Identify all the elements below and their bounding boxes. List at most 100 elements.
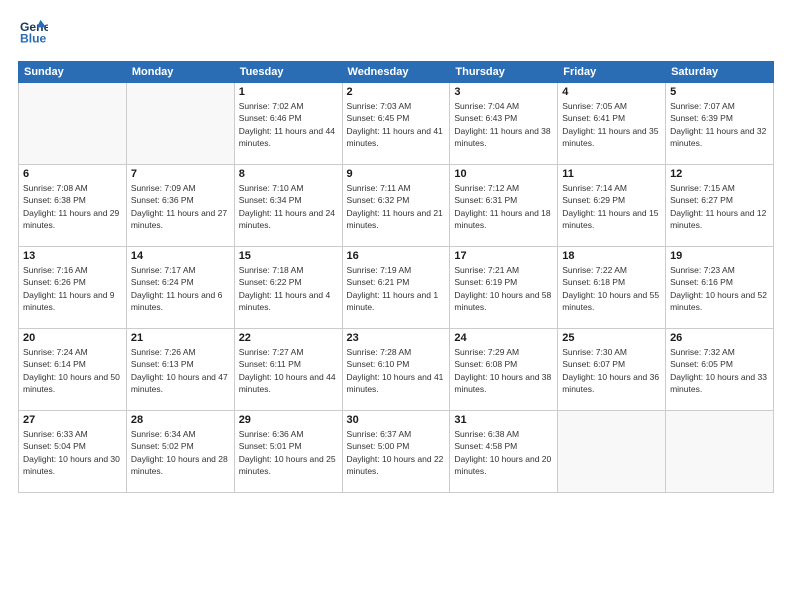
week-row-4: 27Sunrise: 6:33 AM Sunset: 5:04 PM Dayli… <box>19 411 774 493</box>
day-info: Sunrise: 7:29 AM Sunset: 6:08 PM Dayligh… <box>454 346 553 395</box>
day-info: Sunrise: 7:12 AM Sunset: 6:31 PM Dayligh… <box>454 182 553 231</box>
day-info: Sunrise: 7:11 AM Sunset: 6:32 PM Dayligh… <box>347 182 446 231</box>
day-info: Sunrise: 7:09 AM Sunset: 6:36 PM Dayligh… <box>131 182 230 231</box>
day-info: Sunrise: 7:28 AM Sunset: 6:10 PM Dayligh… <box>347 346 446 395</box>
calendar-cell: 10 Sunrise: 7:12 AM Sunset: 6:31 PM Dayli… <box>450 165 558 247</box>
week-row-0: 1 Sunrise: 7:02 AM Sunset: 6:46 PM Daylig… <box>19 83 774 165</box>
day-number: 8 <box>239 168 338 180</box>
day-info: Sunrise: 7:05 AM Sunset: 6:41 PM Dayligh… <box>562 100 661 149</box>
calendar-cell: 25 Sunrise: 7:30 AM Sunset: 6:07 PM Dayli… <box>558 329 666 411</box>
calendar-table: SundayMondayTuesdayWednesdayThursdayFrid… <box>18 61 774 493</box>
day-info: Sunrise: 7:21 AM Sunset: 6:19 PM Dayligh… <box>454 264 553 313</box>
calendar-cell: 27Sunrise: 6:33 AM Sunset: 5:04 PM Dayli… <box>19 411 127 493</box>
day-number: 19 <box>670 250 769 262</box>
calendar-cell <box>666 411 774 493</box>
day-number: 7 <box>131 168 230 180</box>
day-number: 18 <box>562 250 661 262</box>
calendar-cell: 12Sunrise: 7:15 AM Sunset: 6:27 PM Dayli… <box>666 165 774 247</box>
day-number: 22 <box>239 332 338 344</box>
calendar-cell: 4 Sunrise: 7:05 AM Sunset: 6:41 PM Daylig… <box>558 83 666 165</box>
day-number: 23 <box>347 332 446 344</box>
calendar-cell: 15Sunrise: 7:18 AM Sunset: 6:22 PM Dayli… <box>234 247 342 329</box>
calendar-body: 1 Sunrise: 7:02 AM Sunset: 6:46 PM Daylig… <box>19 83 774 493</box>
weekday-thursday: Thursday <box>450 62 558 83</box>
day-number: 20 <box>23 332 122 344</box>
day-number: 11 <box>562 168 661 180</box>
day-info: Sunrise: 7:26 AM Sunset: 6:13 PM Dayligh… <box>131 346 230 395</box>
day-number: 29 <box>239 414 338 426</box>
day-number: 25 <box>562 332 661 344</box>
day-info: Sunrise: 6:36 AM Sunset: 5:01 PM Dayligh… <box>239 428 338 477</box>
calendar-cell: 23 Sunrise: 7:28 AM Sunset: 6:10 PM Dayli… <box>342 329 450 411</box>
calendar-cell: 19 Sunrise: 7:23 AM Sunset: 6:16 PM Dayli… <box>666 247 774 329</box>
calendar-cell: 14 Sunrise: 7:17 AM Sunset: 6:24 PM Dayli… <box>126 247 234 329</box>
day-number: 28 <box>131 414 230 426</box>
calendar-cell: 16Sunrise: 7:19 AM Sunset: 6:21 PM Dayli… <box>342 247 450 329</box>
day-number: 5 <box>670 86 769 98</box>
day-info: Sunrise: 7:10 AM Sunset: 6:34 PM Dayligh… <box>239 182 338 231</box>
day-number: 16 <box>347 250 446 262</box>
day-info: Sunrise: 7:17 AM Sunset: 6:24 PM Dayligh… <box>131 264 230 313</box>
day-number: 14 <box>131 250 230 262</box>
day-number: 26 <box>670 332 769 344</box>
day-info: Sunrise: 6:37 AM Sunset: 5:00 PM Dayligh… <box>347 428 446 477</box>
calendar-cell: 21 Sunrise: 7:26 AM Sunset: 6:13 PM Dayli… <box>126 329 234 411</box>
calendar-cell: 2Sunrise: 7:03 AM Sunset: 6:45 PM Daylig… <box>342 83 450 165</box>
day-number: 6 <box>23 168 122 180</box>
calendar-cell: 29 Sunrise: 6:36 AM Sunset: 5:01 PM Dayli… <box>234 411 342 493</box>
day-info: Sunrise: 6:38 AM Sunset: 4:58 PM Dayligh… <box>454 428 553 477</box>
weekday-header: SundayMondayTuesdayWednesdayThursdayFrid… <box>19 62 774 83</box>
calendar-cell: 13Sunrise: 7:16 AM Sunset: 6:26 PM Dayli… <box>19 247 127 329</box>
week-row-1: 6 Sunrise: 7:08 AM Sunset: 6:38 PM Daylig… <box>19 165 774 247</box>
day-number: 10 <box>454 168 553 180</box>
day-info: Sunrise: 6:34 AM Sunset: 5:02 PM Dayligh… <box>131 428 230 477</box>
calendar-cell <box>126 83 234 165</box>
calendar-cell: 1 Sunrise: 7:02 AM Sunset: 6:46 PM Daylig… <box>234 83 342 165</box>
day-number: 1 <box>239 86 338 98</box>
weekday-sunday: Sunday <box>19 62 127 83</box>
day-number: 21 <box>131 332 230 344</box>
weekday-wednesday: Wednesday <box>342 62 450 83</box>
weekday-friday: Friday <box>558 62 666 83</box>
calendar-cell: 30 Sunrise: 6:37 AM Sunset: 5:00 PM Dayli… <box>342 411 450 493</box>
day-info: Sunrise: 6:33 AM Sunset: 5:04 PM Dayligh… <box>23 428 122 477</box>
calendar-cell: 7 Sunrise: 7:09 AM Sunset: 6:36 PM Daylig… <box>126 165 234 247</box>
week-row-2: 13Sunrise: 7:16 AM Sunset: 6:26 PM Dayli… <box>19 247 774 329</box>
day-number: 30 <box>347 414 446 426</box>
svg-text:Blue: Blue <box>20 31 47 45</box>
calendar-cell: 17Sunrise: 7:21 AM Sunset: 6:19 PM Dayli… <box>450 247 558 329</box>
calendar-cell: 24 Sunrise: 7:29 AM Sunset: 6:08 PM Dayli… <box>450 329 558 411</box>
day-number: 12 <box>670 168 769 180</box>
calendar-cell: 6 Sunrise: 7:08 AM Sunset: 6:38 PM Daylig… <box>19 165 127 247</box>
week-row-3: 20 Sunrise: 7:24 AM Sunset: 6:14 PM Dayli… <box>19 329 774 411</box>
day-info: Sunrise: 7:32 AM Sunset: 6:05 PM Dayligh… <box>670 346 769 395</box>
calendar-cell: 11Sunrise: 7:14 AM Sunset: 6:29 PM Dayli… <box>558 165 666 247</box>
calendar-cell: 20 Sunrise: 7:24 AM Sunset: 6:14 PM Dayli… <box>19 329 127 411</box>
weekday-tuesday: Tuesday <box>234 62 342 83</box>
day-info: Sunrise: 7:07 AM Sunset: 6:39 PM Dayligh… <box>670 100 769 149</box>
day-number: 4 <box>562 86 661 98</box>
day-info: Sunrise: 7:23 AM Sunset: 6:16 PM Dayligh… <box>670 264 769 313</box>
day-info: Sunrise: 7:22 AM Sunset: 6:18 PM Dayligh… <box>562 264 661 313</box>
day-info: Sunrise: 7:24 AM Sunset: 6:14 PM Dayligh… <box>23 346 122 395</box>
calendar-cell <box>558 411 666 493</box>
day-number: 13 <box>23 250 122 262</box>
day-number: 3 <box>454 86 553 98</box>
calendar-cell: 28 Sunrise: 6:34 AM Sunset: 5:02 PM Dayli… <box>126 411 234 493</box>
calendar-page: General Blue SundayMondayTuesdayWednesda… <box>0 0 792 612</box>
calendar-cell: 9Sunrise: 7:11 AM Sunset: 6:32 PM Daylig… <box>342 165 450 247</box>
day-info: Sunrise: 7:08 AM Sunset: 6:38 PM Dayligh… <box>23 182 122 231</box>
weekday-saturday: Saturday <box>666 62 774 83</box>
logo-icon: General Blue <box>20 18 48 46</box>
day-info: Sunrise: 7:02 AM Sunset: 6:46 PM Dayligh… <box>239 100 338 149</box>
day-number: 15 <box>239 250 338 262</box>
day-info: Sunrise: 7:04 AM Sunset: 6:43 PM Dayligh… <box>454 100 553 149</box>
weekday-monday: Monday <box>126 62 234 83</box>
calendar-cell <box>19 83 127 165</box>
calendar-cell: 8 Sunrise: 7:10 AM Sunset: 6:34 PM Daylig… <box>234 165 342 247</box>
day-number: 24 <box>454 332 553 344</box>
calendar-cell: 26 Sunrise: 7:32 AM Sunset: 6:05 PM Dayli… <box>666 329 774 411</box>
day-info: Sunrise: 7:27 AM Sunset: 6:11 PM Dayligh… <box>239 346 338 395</box>
day-info: Sunrise: 7:03 AM Sunset: 6:45 PM Dayligh… <box>347 100 446 149</box>
day-info: Sunrise: 7:30 AM Sunset: 6:07 PM Dayligh… <box>562 346 661 395</box>
